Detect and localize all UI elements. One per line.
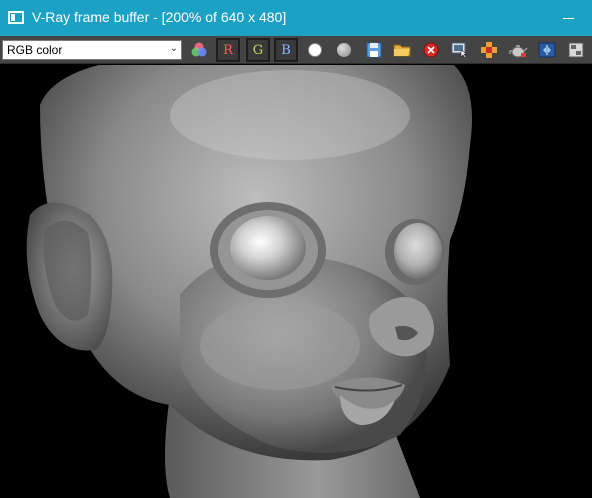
track-mouse-icon — [451, 42, 468, 58]
white-dot-button[interactable] — [306, 39, 324, 61]
minimize-button[interactable] — [548, 0, 588, 36]
red-channel-button[interactable]: R — [216, 38, 240, 62]
save-icon — [366, 42, 382, 58]
teapot-render-icon — [509, 45, 528, 58]
minimize-icon — [562, 17, 574, 19]
blue-channel-button[interactable]: B — [274, 38, 298, 62]
grey-dot-button[interactable] — [335, 39, 353, 61]
app-icon — [8, 11, 24, 24]
color-picker-button[interactable] — [188, 39, 210, 61]
title-bar: V-Ray frame buffer - [200% of 640 x 480] — [0, 0, 592, 36]
open-folder-button[interactable] — [392, 39, 412, 61]
settings-button[interactable] — [566, 39, 586, 61]
color-picker-icon — [191, 42, 207, 57]
track-mouse-button[interactable] — [449, 39, 471, 61]
chevron-down-icon: ⌄ — [169, 43, 178, 54]
lens-effects-icon — [538, 42, 556, 58]
green-channel-button[interactable]: G — [246, 38, 270, 62]
rendered-image — [0, 65, 592, 498]
window-title: V-Ray frame buffer - [200% of 640 x 480] — [32, 9, 287, 25]
render-viewport[interactable] — [0, 65, 592, 498]
clear-icon — [423, 42, 439, 58]
grey-dot-icon — [337, 43, 351, 57]
channel-select[interactable]: RGB color ⌄ — [2, 40, 182, 60]
lens-effects-button[interactable] — [536, 39, 558, 61]
channel-select-value: RGB color — [7, 43, 63, 57]
region-render-icon — [481, 42, 497, 58]
save-button[interactable] — [364, 39, 384, 61]
white-dot-icon — [308, 43, 322, 57]
region-render-button[interactable] — [478, 39, 500, 61]
clear-button[interactable] — [421, 39, 441, 61]
toolbar: RGB color ⌄ R G B — [0, 36, 592, 64]
settings-icon — [568, 42, 584, 58]
open-folder-icon — [393, 44, 411, 57]
teapot-render-button[interactable] — [507, 39, 529, 61]
